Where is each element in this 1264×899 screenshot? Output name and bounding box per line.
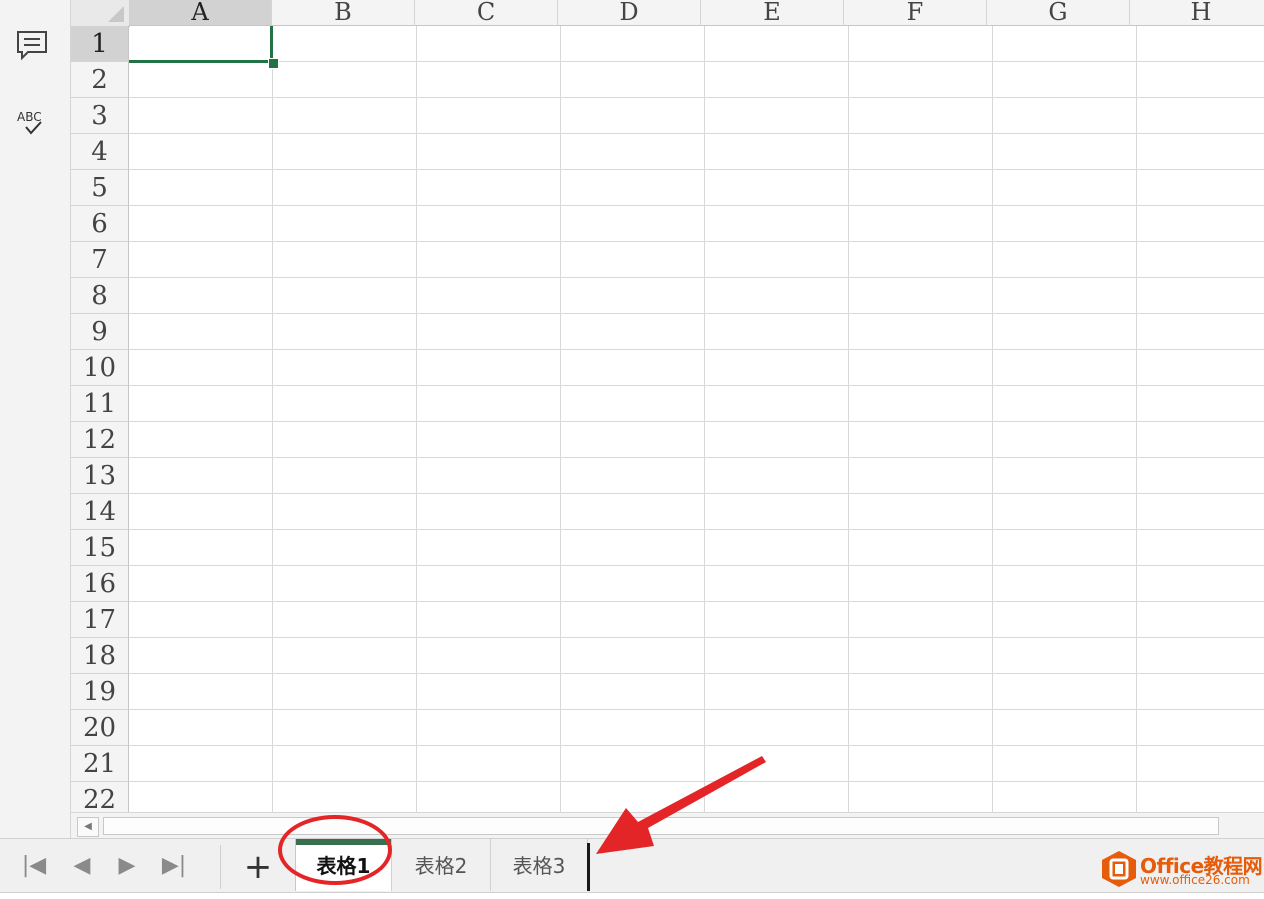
row-header[interactable]: 18 — [71, 638, 129, 674]
last-sheet-icon[interactable]: ▶| — [160, 853, 188, 879]
column-headers: A B C D E F G H — [129, 0, 1264, 26]
side-panel: ABC — [0, 0, 71, 838]
row-header[interactable]: 1 — [71, 26, 129, 62]
column-header-b[interactable]: B — [272, 0, 415, 26]
row-header[interactable]: 21 — [71, 746, 129, 782]
spell-check-icon[interactable]: ABC — [15, 105, 49, 139]
scroll-left-arrow-icon[interactable]: ◀ — [77, 817, 99, 837]
divider — [220, 845, 221, 889]
row-header[interactable]: 22 — [71, 782, 129, 812]
column-header-a[interactable]: A — [129, 0, 272, 26]
row-header[interactable]: 14 — [71, 494, 129, 530]
watermark-logo: Office教程网 www.office26.com — [1098, 848, 1263, 890]
select-all-corner[interactable] — [71, 0, 130, 27]
row-header[interactable]: 6 — [71, 206, 129, 242]
watermark-url: www.office26.com — [1140, 873, 1250, 887]
active-cell-a1[interactable] — [129, 26, 273, 63]
row-header[interactable]: 12 — [71, 422, 129, 458]
column-header-h[interactable]: H — [1130, 0, 1264, 26]
column-header-c[interactable]: C — [415, 0, 558, 26]
row-header[interactable]: 13 — [71, 458, 129, 494]
column-header-g[interactable]: G — [987, 0, 1130, 26]
row-header[interactable]: 10 — [71, 350, 129, 386]
row-headers: 1 2 3 4 5 6 7 8 9 10 11 12 13 14 15 16 1… — [71, 26, 129, 812]
row-header[interactable]: 2 — [71, 62, 129, 98]
row-header[interactable]: 19 — [71, 674, 129, 710]
sheet-tab-2[interactable]: 表格2 — [392, 839, 491, 891]
column-header-f[interactable]: F — [844, 0, 987, 26]
row-header[interactable]: 15 — [71, 530, 129, 566]
sheet-tab-3[interactable]: 表格3 — [491, 839, 588, 891]
column-header-e[interactable]: E — [701, 0, 844, 26]
row-header[interactable]: 11 — [71, 386, 129, 422]
next-sheet-icon[interactable]: ▶ — [113, 853, 141, 879]
row-header[interactable]: 17 — [71, 602, 129, 638]
row-header[interactable]: 20 — [71, 710, 129, 746]
office-logo-icon — [1102, 851, 1136, 887]
comment-icon[interactable] — [15, 28, 49, 62]
row-header[interactable]: 9 — [71, 314, 129, 350]
column-header-d[interactable]: D — [558, 0, 701, 26]
row-header[interactable]: 8 — [71, 278, 129, 314]
spell-check-label: ABC — [17, 110, 42, 124]
first-sheet-icon[interactable]: |◀ — [20, 853, 48, 879]
highlight-ellipse — [278, 815, 392, 885]
spreadsheet-grid: A B C D E F G H 1 2 3 4 5 6 7 8 9 10 11 … — [71, 0, 1264, 812]
add-sheet-button[interactable]: + — [236, 845, 280, 889]
row-header[interactable]: 5 — [71, 170, 129, 206]
row-header[interactable]: 4 — [71, 134, 129, 170]
row-header[interactable]: 3 — [71, 98, 129, 134]
cell-area[interactable] — [129, 26, 1264, 812]
fill-handle[interactable] — [268, 58, 279, 69]
sheet-tab-label: 表格3 — [512, 854, 566, 878]
row-header[interactable]: 16 — [71, 566, 129, 602]
annotation-arrow-icon — [596, 756, 766, 854]
row-header[interactable]: 7 — [71, 242, 129, 278]
sheet-tab-label: 表格2 — [414, 854, 468, 878]
previous-sheet-icon[interactable]: ◀ — [68, 853, 96, 879]
